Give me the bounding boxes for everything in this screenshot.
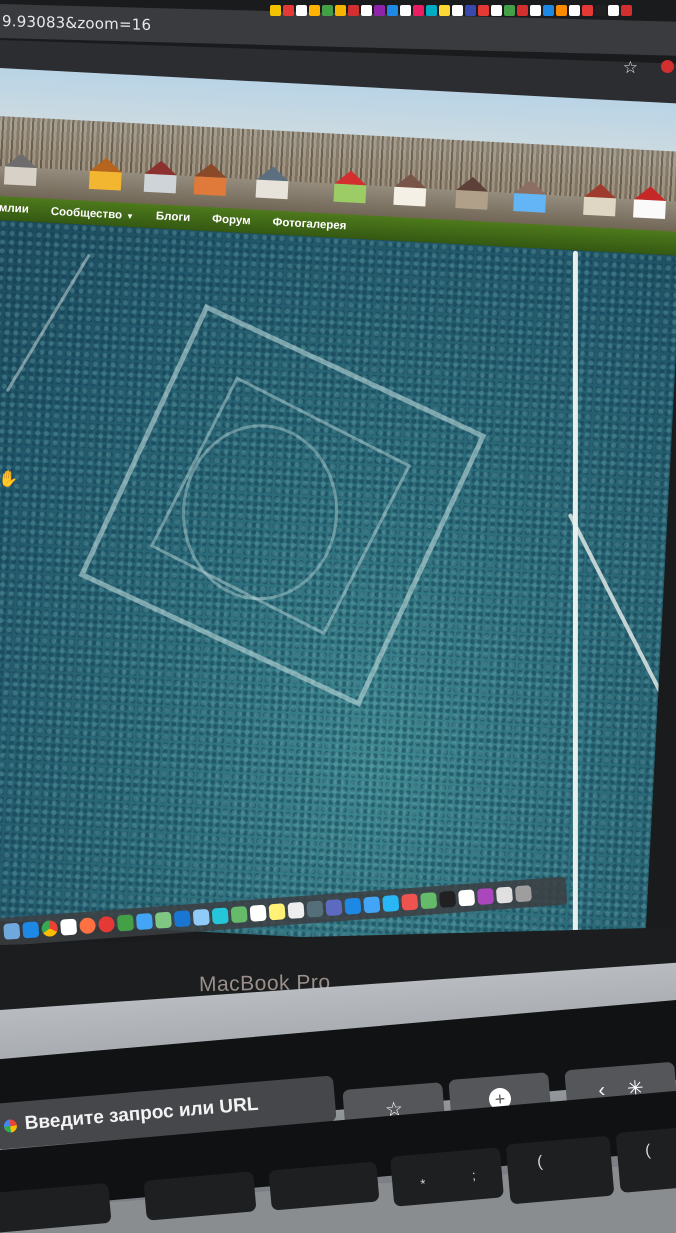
bookmark-icon[interactable]: [595, 4, 606, 16]
forest-trail: [5, 253, 91, 393]
nav-item-blogs[interactable]: Блоги: [156, 210, 191, 224]
maps-icon[interactable]: [154, 911, 172, 929]
opera-icon[interactable]: [97, 915, 116, 933]
house-image: [513, 179, 547, 213]
key-label: *: [419, 1175, 427, 1192]
app-icon[interactable]: [476, 887, 495, 906]
web-page: емлии Сообщество ▼ Блоги Форум Фотогалере…: [0, 68, 676, 955]
bookmark-icon[interactable]: [335, 4, 346, 16]
house-image: [88, 156, 123, 191]
app-icon[interactable]: [420, 892, 438, 910]
bookmark-icon[interactable]: [452, 4, 463, 16]
app-icon[interactable]: [287, 901, 305, 919]
bookmark-icon[interactable]: [504, 4, 515, 16]
bookmark-icon[interactable]: [374, 4, 385, 16]
app-icon[interactable]: [457, 889, 476, 907]
key-label: (: [536, 1153, 544, 1171]
bookmark-icon[interactable]: [569, 4, 580, 16]
nav-item-forum[interactable]: Форум: [212, 213, 251, 227]
bookmark-icon[interactable]: [296, 4, 307, 16]
bookmarks-bar: [0, 0, 676, 20]
trash-icon[interactable]: [514, 885, 532, 903]
forest-road: [567, 512, 663, 693]
yandex-icon[interactable]: [60, 918, 78, 936]
app-icon[interactable]: [401, 893, 419, 911]
finder-icon[interactable]: [3, 922, 21, 940]
touchbar-search-placeholder: Введите запрос или URL: [23, 1093, 260, 1135]
bookmark-icon[interactable]: [309, 4, 320, 16]
laptop-screen: 9.93083&zoom=16 ☆ емлии Сообщество ▼ Бло…: [0, 0, 676, 975]
bookmark-icon[interactable]: [478, 4, 489, 16]
bookmark-icon[interactable]: [426, 4, 437, 16]
house-image: [583, 182, 617, 217]
nav-item-community[interactable]: Сообщество ▼: [50, 202, 134, 224]
bookmark-icon[interactable]: [439, 4, 450, 16]
mail-icon[interactable]: [135, 912, 153, 931]
bookmark-icon[interactable]: [556, 4, 567, 16]
bookmark-icon[interactable]: [270, 4, 281, 16]
nav-item-photo-gallery[interactable]: Фотогалерея: [272, 216, 346, 232]
nav-item-label: Сообщество: [50, 205, 123, 222]
key[interactable]: [0, 1182, 112, 1233]
house-image: [193, 162, 228, 196]
bookmark-icon[interactable]: [400, 4, 411, 16]
bookmark-icon[interactable]: [283, 4, 294, 16]
app-icon[interactable]: [344, 897, 362, 915]
app-icon[interactable]: [325, 899, 343, 917]
google-icon: [3, 1118, 18, 1133]
extension-icon[interactable]: [661, 60, 674, 73]
house-image: [633, 185, 667, 220]
messages-icon[interactable]: [230, 906, 248, 924]
house-image: [455, 176, 489, 210]
bookmark-icon[interactable]: [387, 4, 398, 16]
house-image: [3, 152, 38, 187]
house-image: [333, 169, 368, 204]
bookmark-icon[interactable]: [491, 4, 502, 16]
chrome-icon[interactable]: [41, 919, 59, 938]
key[interactable]: [143, 1171, 257, 1221]
house-image: [143, 159, 178, 194]
bookmark-icon[interactable]: [517, 4, 528, 16]
house-image: [393, 172, 428, 207]
bookmark-icon[interactable]: [465, 4, 476, 16]
bookmark-icon[interactable]: [322, 4, 333, 16]
bookmark-icon[interactable]: [582, 4, 593, 16]
bookmark-icon[interactable]: [361, 4, 372, 16]
terminal-icon[interactable]: [439, 890, 457, 908]
app-icon[interactable]: [211, 907, 229, 925]
key-label: (: [644, 1142, 652, 1160]
bookmark-icon[interactable]: [348, 4, 359, 16]
app-icon[interactable]: [306, 900, 324, 918]
nav-item-families[interactable]: емлии: [0, 202, 29, 216]
key[interactable]: [268, 1161, 380, 1211]
house-image: [255, 165, 290, 200]
app-icon[interactable]: [382, 894, 400, 913]
bookmark-icon[interactable]: [608, 4, 619, 16]
app-icon[interactable]: [495, 886, 514, 904]
dropdown-caret-icon: ▼: [125, 211, 135, 222]
bookmark-icon[interactable]: [530, 4, 541, 16]
bookmark-icon[interactable]: [621, 4, 632, 16]
firefox-icon[interactable]: [79, 917, 97, 935]
calendar-icon[interactable]: [249, 904, 267, 922]
key-paren[interactable]: (: [505, 1135, 615, 1205]
key-asterisk[interactable]: * ;: [390, 1147, 504, 1207]
facetime-icon[interactable]: [116, 914, 135, 932]
app-icon[interactable]: [363, 896, 381, 914]
safari-icon[interactable]: [22, 921, 40, 939]
notes-icon[interactable]: [268, 903, 286, 921]
key-paren[interactable]: (: [615, 1127, 676, 1193]
bookmark-icon[interactable]: [413, 4, 424, 16]
bookmark-icon[interactable]: [543, 4, 554, 16]
app-store-icon[interactable]: [173, 910, 191, 928]
key-label: ;: [471, 1167, 477, 1183]
hand-cursor-icon: ✋: [0, 470, 19, 489]
app-icon[interactable]: [192, 908, 210, 926]
bookmark-star-icon[interactable]: ☆: [623, 58, 638, 78]
